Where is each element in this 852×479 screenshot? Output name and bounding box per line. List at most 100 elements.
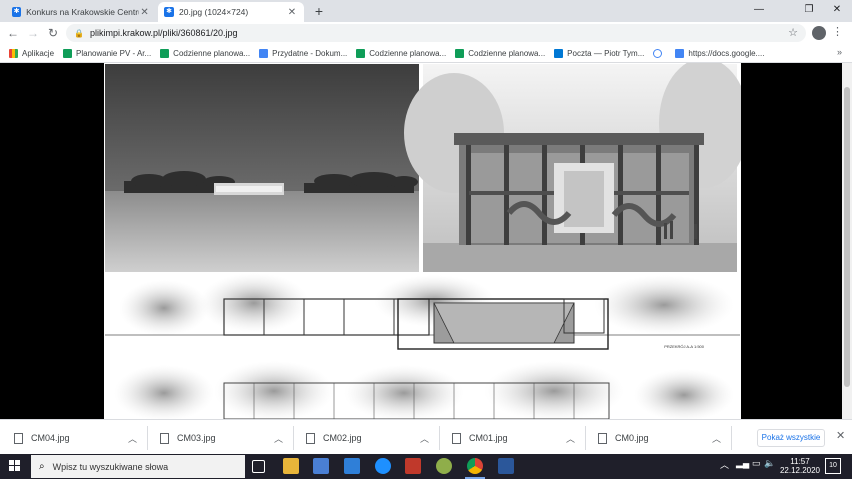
- downloads-bar: CM04.jpg ︿ CM03.jpg ︿ CM02.jpg ︿ CM01.jp…: [0, 419, 852, 454]
- download-filename: CM02.jpg: [323, 433, 362, 443]
- app-icon[interactable]: [436, 458, 452, 474]
- sheets-icon: [160, 48, 170, 58]
- bookmark-google[interactable]: [653, 48, 666, 58]
- bookmark-label: https://docs.google....: [688, 48, 765, 58]
- docs-icon: [675, 48, 685, 58]
- bookmark-label: Aplikacje: [22, 48, 55, 58]
- back-icon[interactable]: ←: [5, 25, 21, 41]
- bookmarks-more-icon[interactable]: »: [837, 47, 842, 57]
- bookmark-item[interactable]: Przydatne - Dokum...: [259, 48, 348, 58]
- download-filename: CM01.jpg: [469, 433, 508, 443]
- file-explorer-icon[interactable]: [283, 458, 299, 474]
- download-item[interactable]: CM03.jpg ︿: [148, 426, 294, 450]
- clock-date: 22.12.2020: [779, 466, 821, 475]
- new-tab-button[interactable]: +: [311, 3, 327, 19]
- displayed-image[interactable]: PRZEKRÓJ A-A 1:500: [104, 63, 749, 419]
- address-bar[interactable]: 🔒 plikimpi.krakow.pl/pliki/360861/20.jpg…: [66, 24, 806, 42]
- bookmark-label: Codzienne planowa...: [369, 48, 447, 58]
- browser-toolbar: ← → ↻ 🔒 plikimpi.krakow.pl/pliki/360861/…: [0, 22, 852, 44]
- outlook-icon: [554, 48, 564, 58]
- bookmarks-bar: Aplikacje Planowanie PV - Ar... Codzienn…: [0, 44, 852, 63]
- minimize-icon[interactable]: —: [746, 0, 772, 22]
- bookmark-item[interactable]: Codzienne planowa...: [160, 48, 251, 58]
- image-viewer: PRZEKRÓJ A-A 1:500: [0, 63, 852, 419]
- download-item[interactable]: CM04.jpg ︿: [2, 426, 148, 450]
- download-item[interactable]: CM02.jpg ︿: [294, 426, 440, 450]
- restore-icon[interactable]: ❐: [796, 0, 822, 22]
- bookmark-apps[interactable]: Aplikacje: [9, 48, 55, 58]
- filezilla-icon[interactable]: [405, 458, 421, 474]
- file-icon: [452, 432, 461, 444]
- tab-title: Konkurs na Krakowskie Centrum: [26, 7, 140, 17]
- close-tab-icon[interactable]: ✕: [139, 7, 150, 18]
- vertical-scrollbar[interactable]: [842, 63, 852, 419]
- bookmark-item[interactable]: https://docs.google....: [675, 48, 765, 58]
- bookmark-label: Przydatne - Dokum...: [272, 48, 348, 58]
- show-all-downloads-button[interactable]: Pokaż wszystkie: [757, 429, 825, 447]
- notification-center-icon[interactable]: 10: [825, 458, 841, 474]
- site-favicon-icon: ✱: [164, 7, 174, 17]
- architecture-board-graphic: PRZEKRÓJ A-A 1:500: [105, 63, 749, 419]
- bookmark-label: Poczta — Piotr Tym...: [567, 48, 645, 58]
- url-text: plikimpi.krakow.pl/pliki/360861/20.jpg: [89, 28, 238, 38]
- close-tab-icon[interactable]: ✕: [286, 7, 298, 18]
- chevron-up-icon[interactable]: ︿: [712, 432, 721, 445]
- chevron-up-icon[interactable]: ︿: [128, 432, 137, 445]
- tab-konkurs[interactable]: ✱ Konkurs na Krakowskie Centrum ✕: [6, 2, 156, 22]
- close-window-icon[interactable]: ✕: [824, 0, 850, 22]
- render-pavilion: [404, 63, 749, 272]
- bookmark-label: Codzienne planowa...: [173, 48, 251, 58]
- mail-icon[interactable]: [344, 458, 360, 474]
- reload-icon[interactable]: ↻: [45, 25, 61, 41]
- edge-icon[interactable]: [375, 458, 391, 474]
- clock-time: 11:57: [790, 457, 810, 466]
- bookmark-label: Planowanie PV - Ar...: [76, 48, 152, 58]
- windows-start-icon[interactable]: [9, 460, 21, 472]
- section-label: PRZEKRÓJ A-A 1:500: [664, 344, 705, 349]
- chevron-up-icon[interactable]: ︿: [720, 458, 729, 471]
- word-icon[interactable]: [498, 458, 514, 474]
- tab-20-jpg[interactable]: ✱ 20.jpg (1024×724) ✕: [158, 2, 304, 22]
- elevation-drawing: [105, 359, 740, 419]
- battery-icon[interactable]: ▭: [752, 458, 761, 469]
- docs-icon: [259, 48, 269, 58]
- tab-title: 20.jpg (1024×724): [179, 7, 249, 17]
- download-filename: CM0.jpg: [615, 433, 649, 443]
- forward-icon[interactable]: →: [25, 25, 41, 41]
- taskbar-search-box[interactable]: ⌕ Wpisz tu wyszukiwane słowa: [31, 455, 245, 478]
- chevron-up-icon[interactable]: ︿: [566, 432, 575, 445]
- chrome-icon[interactable]: [467, 458, 483, 474]
- download-item[interactable]: CM0.jpg ︿: [586, 426, 732, 450]
- render-night-field: [105, 64, 419, 272]
- close-downloads-icon[interactable]: ✕: [836, 429, 845, 442]
- file-icon: [598, 432, 607, 444]
- download-item[interactable]: CM01.jpg ︿: [440, 426, 586, 450]
- apps-icon: [9, 48, 18, 58]
- system-clock[interactable]: 11:57 22.12.2020: [775, 457, 825, 475]
- store-icon[interactable]: [313, 458, 329, 474]
- sheets-icon: [63, 48, 73, 58]
- bookmark-star-icon[interactable]: ☆: [788, 26, 798, 39]
- bookmark-label: Codzienne planowa...: [468, 48, 546, 58]
- scrollbar-thumb[interactable]: [844, 87, 850, 387]
- menu-icon[interactable]: ⋮: [832, 25, 843, 38]
- section-drawing: PRZEKRÓJ A-A 1:500: [105, 273, 740, 354]
- network-icon[interactable]: ▂▄: [736, 458, 749, 469]
- chevron-up-icon[interactable]: ︿: [274, 432, 283, 445]
- bookmark-item[interactable]: Codzienne planowa...: [455, 48, 546, 58]
- tab-strip: ✱ Konkurs na Krakowskie Centrum ✕ ✱ 20.j…: [0, 0, 852, 22]
- sheets-icon: [455, 48, 465, 58]
- google-icon: [653, 48, 663, 58]
- search-icon: ⌕: [39, 461, 45, 472]
- bookmark-item[interactable]: Planowanie PV - Ar...: [63, 48, 152, 58]
- volume-icon[interactable]: 🔈: [764, 458, 775, 469]
- download-filename: CM04.jpg: [31, 433, 70, 443]
- search-placeholder: Wpisz tu wyszukiwane słowa: [52, 461, 169, 472]
- bookmark-item[interactable]: Poczta — Piotr Tym...: [554, 48, 645, 58]
- task-view-icon[interactable]: [252, 460, 265, 473]
- profile-avatar-icon[interactable]: [812, 26, 826, 40]
- chevron-up-icon[interactable]: ︿: [420, 432, 429, 445]
- lock-icon[interactable]: 🔒: [74, 29, 84, 38]
- file-icon: [160, 432, 169, 444]
- bookmark-item[interactable]: Codzienne planowa...: [356, 48, 447, 58]
